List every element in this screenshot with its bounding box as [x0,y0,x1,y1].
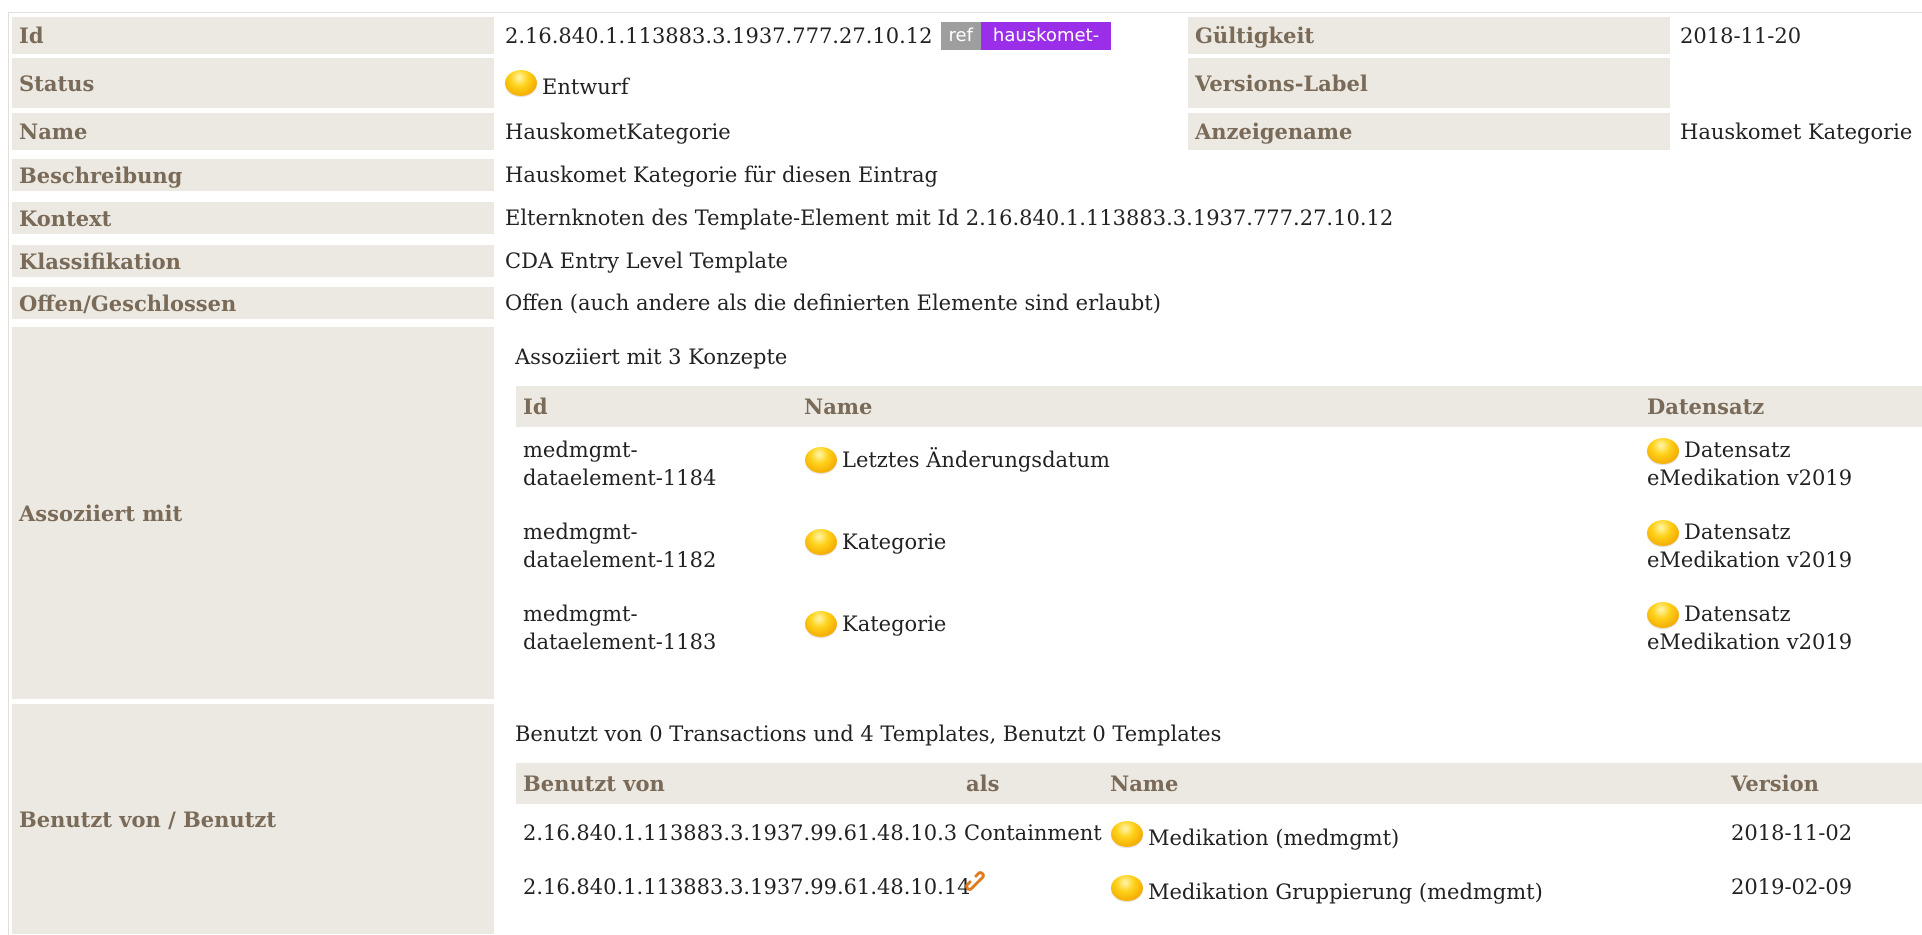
assoc-header-id: Id [516,386,797,427]
value-name: HauskometKategorie [505,119,731,144]
used-by-header-version: Version [1724,763,1922,804]
value-status: Entwurf [505,58,629,108]
assoc-row-3-id[interactable]: medmgmt- dataelement-1183 [523,600,716,656]
status-draft-icon [505,70,537,96]
prefix-badge: hauskomet- [980,21,1112,50]
dataset-status-icon [1647,438,1679,464]
assoc-row-1-name[interactable]: Letztes Änderungsdatum [805,436,1110,484]
used-by-row-2-as[interactable] [964,870,990,903]
used-by-row-2-id[interactable]: 2.16.840.1.113883.3.1937.99.61.48.10.14 [523,873,971,901]
used-by-row-2-name[interactable]: Medikation Gruppierung (medmgmt) [1111,868,1543,908]
label-open-closed: Offen/Geschlossen [12,287,494,319]
label-associated: Assoziiert mit [12,327,494,699]
used-by-header-as: als [959,763,1103,804]
label-classification: Klassifikation [12,245,494,277]
label-version-label: Versions-Label [1188,58,1670,108]
label-id: Id [12,17,494,54]
assoc-row-3-name[interactable]: Kategorie [805,600,946,648]
used-by-row-2-version: 2019-02-09 [1731,875,1853,899]
value-classification: CDA Entry Level Template [505,249,788,273]
assoc-row-1-dataset[interactable]: Datensatz eMedikation v2019 [1647,436,1852,492]
assoc-row-2-id[interactable]: medmgmt- dataelement-1182 [523,518,716,574]
label-status: Status [12,58,494,108]
label-validity: Gültigkeit [1188,17,1670,54]
assoc-row-3-dataset[interactable]: Datensatz eMedikation v2019 [1647,600,1852,656]
label-description: Beschreibung [12,159,494,191]
assoc-row-2-dataset[interactable]: Datensatz eMedikation v2019 [1647,518,1852,574]
used-by-row-1-name[interactable]: Medikation (medmgmt) [1111,814,1399,854]
status-text: Entwurf [542,75,629,99]
used-by-row-1-as: Containment [964,821,1102,845]
assoc-row-2-name[interactable]: Kategorie [805,518,946,566]
link-icon[interactable] [964,870,990,896]
value-description: Hauskomet Kategorie für diesen Eintrag [505,163,938,187]
used-by-header-used-by: Benutzt von [516,763,959,804]
ref-badge: ref [940,21,981,50]
label-display-name: Anzeigename [1188,113,1670,150]
used-by-caption: Benutzt von 0 Transactions und 4 Templat… [515,722,1222,746]
used-by-row-1-version: 2018-11-02 [1731,821,1853,845]
assoc-row-1-id[interactable]: medmgmt- dataelement-1184 [523,436,716,492]
concept-status-icon [805,529,837,555]
value-validity: 2018-11-20 [1680,23,1802,48]
template-status-icon [1111,875,1143,901]
value-context: Elternknoten des Template-Element mit Id… [505,206,1394,230]
used-by-header-name: Name [1103,763,1724,804]
label-used-by: Benutzt von / Benutzt [12,704,494,934]
label-name: Name [12,113,494,150]
dataset-status-icon [1647,602,1679,628]
label-context: Kontext [12,202,494,234]
associated-caption: Assoziiert mit 3 Konzepte [515,345,788,369]
value-id: 2.16.840.1.113883.3.1937.777.27.10.12 re… [505,17,1112,54]
used-by-row-1-id[interactable]: 2.16.840.1.113883.3.1937.99.61.48.10.3 [523,819,957,847]
assoc-header-name: Name [797,386,1640,427]
value-open-closed: Offen (auch andere als die definierten E… [505,291,1161,315]
dataset-status-icon [1647,520,1679,546]
concept-status-icon [805,611,837,637]
assoc-header-dataset: Datensatz [1640,386,1922,427]
value-display-name: Hauskomet Kategorie [1680,119,1913,144]
template-id: 2.16.840.1.113883.3.1937.777.27.10.12 [505,23,933,48]
template-status-icon [1111,821,1143,847]
concept-status-icon [805,447,837,473]
